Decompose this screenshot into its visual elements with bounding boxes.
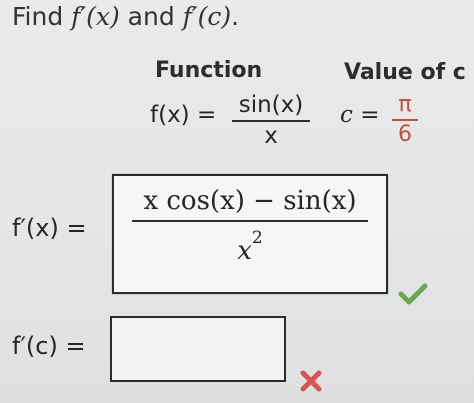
check-icon bbox=[398, 282, 428, 310]
c-lhs: c = bbox=[340, 102, 380, 128]
function-denominator: x bbox=[264, 123, 278, 149]
instruction-f-prime-c: f′(c) bbox=[182, 2, 232, 31]
f-prime-x-expression: x cos(x) − sin(x) x2 bbox=[132, 186, 368, 266]
f-prime-x-answer-box[interactable]: x cos(x) − sin(x) x2 bbox=[112, 174, 388, 294]
c-numerator: π bbox=[398, 92, 412, 117]
f-prime-x-denominator: x2 bbox=[132, 228, 368, 266]
c-fraction-bar bbox=[392, 119, 418, 121]
c-denominator: 6 bbox=[398, 122, 412, 147]
header-value-of-c: Value of c bbox=[344, 60, 466, 85]
function-fraction-bar bbox=[232, 120, 310, 122]
f-prime-x-numerator: x cos(x) − sin(x) bbox=[143, 186, 357, 216]
cross-icon bbox=[298, 368, 324, 398]
function-fraction: sin(x) x bbox=[232, 92, 310, 149]
function-numerator: sin(x) bbox=[238, 92, 304, 118]
f-prime-x-label: f′(x) = bbox=[12, 214, 87, 242]
c-fraction: π 6 bbox=[392, 92, 418, 147]
denominator-exponent: 2 bbox=[251, 228, 263, 248]
instruction-conj: and bbox=[119, 2, 183, 31]
f-prime-c-label: f′(c) = bbox=[12, 332, 86, 360]
instruction-text: Find f′(x) and f′(c). bbox=[12, 2, 239, 31]
instruction-prefix: Find bbox=[12, 2, 72, 31]
f-prime-c-answer-input[interactable] bbox=[110, 316, 286, 382]
function-lhs: f(x) = bbox=[150, 102, 217, 128]
f-prime-x-fraction-bar bbox=[132, 220, 368, 222]
header-function: Function bbox=[155, 58, 263, 83]
denominator-base: x bbox=[237, 236, 252, 266]
instruction-suffix: . bbox=[231, 2, 240, 31]
instruction-f-prime-x: f′(x) bbox=[71, 2, 120, 31]
